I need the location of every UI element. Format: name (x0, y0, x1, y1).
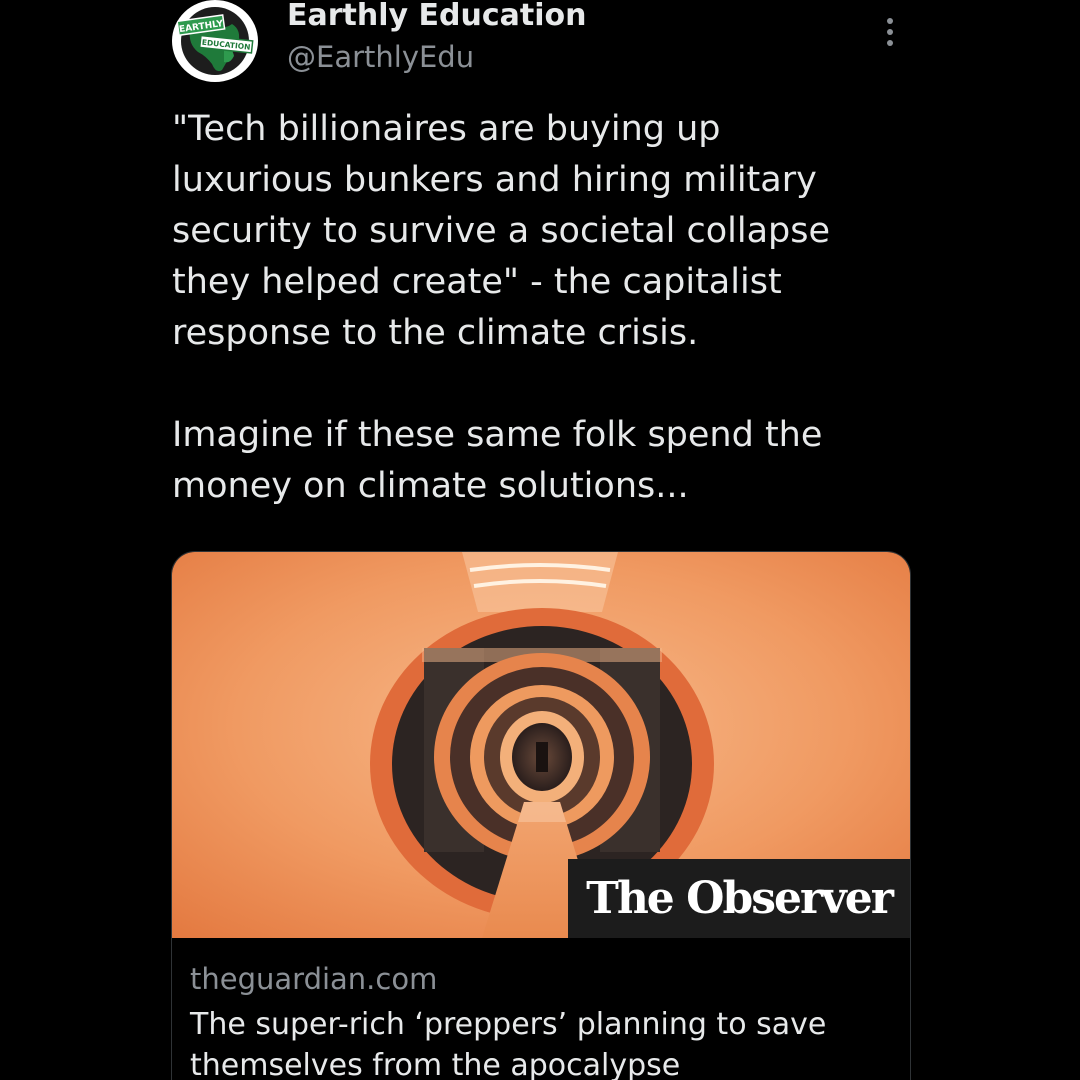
link-preview-card[interactable]: The Observer theguardian.com The super-r… (171, 551, 911, 1080)
tweet-text: "Tech billionaires are buying up luxurio… (172, 109, 831, 506)
display-name[interactable]: Earthly Education (287, 0, 586, 33)
handle[interactable]: @EarthlyEdu (287, 40, 474, 74)
source-badge: The Observer (568, 859, 910, 938)
card-title: The super-rich ‘preppers’ planning to sa… (190, 1007, 827, 1080)
tweet-view: EARTHLY EDUCATION Earthly Education @Ear… (0, 0, 1080, 1080)
more-vertical-icon (887, 18, 893, 24)
card-domain: theguardian.com (190, 962, 438, 996)
avatar[interactable]: EARTHLY EDUCATION (172, 0, 258, 82)
card-image: The Observer (172, 552, 910, 938)
more-options-button[interactable] (868, 12, 912, 52)
more-dot (887, 40, 893, 46)
earthly-logo-icon: EARTHLY EDUCATION (175, 1, 255, 81)
source-badge-label: The Observer (586, 873, 894, 924)
more-dot (887, 29, 893, 35)
